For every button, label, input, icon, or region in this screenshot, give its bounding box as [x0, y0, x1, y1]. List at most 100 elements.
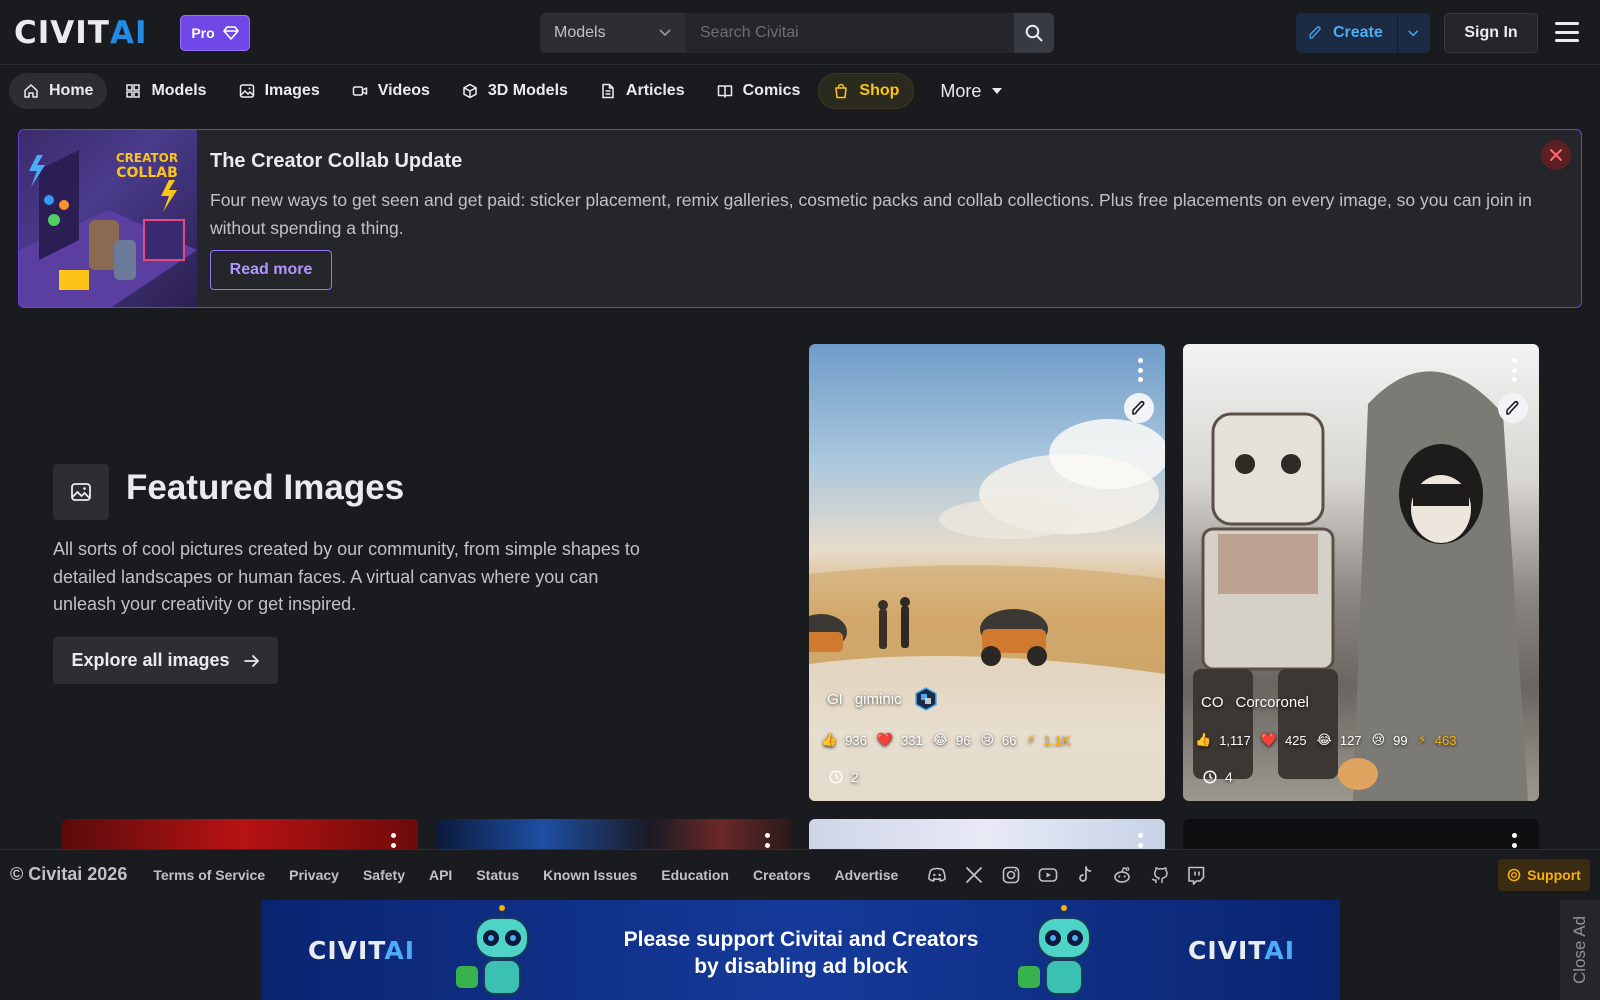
- close-banner-button[interactable]: [1541, 140, 1571, 170]
- close-ad-button[interactable]: Close Ad: [1560, 900, 1600, 1000]
- heart-count: 331: [901, 732, 923, 748]
- footer-link-creators[interactable]: Creators: [753, 867, 811, 883]
- like-count: 1,117: [1219, 732, 1251, 748]
- more-options-icon[interactable]: [390, 833, 396, 849]
- announcement-banner: CREATOR COLLAB The Creator Collab Update…: [18, 129, 1582, 308]
- footer-link-api[interactable]: API: [429, 867, 452, 883]
- nav-more-dropdown[interactable]: More: [926, 73, 1017, 109]
- more-options-icon[interactable]: [1137, 358, 1143, 382]
- heart-reaction[interactable]: ❤️ 425: [1261, 732, 1307, 748]
- grid-icon: [126, 84, 141, 98]
- discord-icon[interactable]: [926, 864, 948, 886]
- comments-count[interactable]: 2: [829, 769, 859, 785]
- reddit-icon[interactable]: [1111, 864, 1133, 886]
- more-options-icon[interactable]: [1137, 833, 1143, 849]
- image-card[interactable]: [1183, 819, 1539, 849]
- image-card[interactable]: GI giminic 👍 936 ❤️ 331 😂 96 😢 66 ⚡ 1.1K 2: [809, 344, 1165, 801]
- cry-reaction[interactable]: 😢 66: [980, 732, 1016, 748]
- github-icon[interactable]: [1148, 864, 1170, 886]
- read-more-button[interactable]: Read more: [210, 250, 332, 290]
- pro-button[interactable]: Pro: [180, 15, 250, 51]
- twitch-icon[interactable]: [1185, 864, 1207, 886]
- footer-link-status[interactable]: Status: [476, 867, 519, 883]
- robot-mascot-icon: [456, 905, 529, 995]
- heart-count: 425: [1284, 732, 1307, 748]
- cry-reaction[interactable]: 😢 99: [1372, 732, 1408, 748]
- username: giminic: [854, 690, 902, 708]
- like-reaction[interactable]: 👍 936: [821, 732, 867, 748]
- image-card[interactable]: CO Corcoronel 👍 1,117 ❤️ 425 😂 127 😢 99 ⚡ 463…: [1183, 344, 1539, 801]
- like-reaction[interactable]: 👍 1,117: [1195, 732, 1251, 748]
- reaction-bar: 👍 1,117 ❤️ 425 😂 127 😢 99 ⚡ 463: [1195, 727, 1456, 753]
- ad-logo-right: CIVITAI: [1188, 936, 1296, 965]
- more-options-icon[interactable]: [764, 833, 770, 849]
- lifebuoy-icon: [1507, 868, 1521, 882]
- main-nav: Home Models Images Videos 3D Models Arti…: [0, 66, 1600, 116]
- tiktok-icon[interactable]: [1074, 864, 1096, 886]
- create-button[interactable]: Create: [1296, 13, 1430, 53]
- clock-icon: [1203, 770, 1217, 784]
- footer-link-education[interactable]: Education: [661, 867, 729, 883]
- laugh-count: 96: [955, 732, 971, 748]
- heart-reaction[interactable]: ❤️ 331: [877, 732, 923, 748]
- nav-label-images: Images: [264, 82, 320, 99]
- explore-label: Explore all images: [71, 650, 230, 670]
- arrow-right-icon: [243, 654, 259, 667]
- footer-link-safety[interactable]: Safety: [363, 867, 405, 883]
- support-button[interactable]: Support: [1498, 859, 1590, 891]
- remix-button[interactable]: [1124, 393, 1154, 423]
- laugh-reaction[interactable]: 😂 127: [1317, 732, 1362, 748]
- username: Corcoronel: [1235, 694, 1309, 711]
- more-options-icon[interactable]: [1511, 833, 1517, 849]
- comment-count: 2: [851, 769, 859, 785]
- sign-in-button[interactable]: Sign In: [1444, 13, 1538, 53]
- buzz-reaction[interactable]: ⚡ 1.1K: [1026, 732, 1070, 748]
- x-icon[interactable]: [963, 864, 985, 886]
- search-category-select[interactable]: Models: [540, 13, 686, 53]
- footer-link-terms[interactable]: Terms of Service: [153, 867, 265, 883]
- buzz-reaction[interactable]: ⚡ 463: [1418, 732, 1457, 748]
- instagram-icon[interactable]: [1000, 864, 1022, 886]
- card-user[interactable]: CO Corcoronel: [1201, 694, 1309, 711]
- nav-label-videos: Videos: [377, 82, 430, 99]
- nav-item-3d-models[interactable]: 3D Models: [448, 73, 582, 109]
- youtube-icon[interactable]: [1037, 864, 1059, 886]
- nav-item-models[interactable]: Models: [111, 73, 220, 109]
- avatar: GI: [827, 690, 843, 708]
- ad-banner[interactable]: CIVITAI Please support Civitai and Creat…: [261, 900, 1340, 1000]
- nav-item-shop[interactable]: Shop: [818, 73, 915, 109]
- nav-item-images[interactable]: Images: [225, 73, 334, 109]
- create-divider: [1396, 13, 1398, 53]
- nav-item-articles[interactable]: Articles: [586, 73, 699, 109]
- footer-link-privacy[interactable]: Privacy: [289, 867, 339, 883]
- reaction-bar: 👍 936 ❤️ 331 😂 96 😢 66 ⚡ 1.1K: [821, 727, 1070, 753]
- nav-item-home[interactable]: Home: [9, 73, 108, 109]
- diamond-icon: [222, 26, 239, 40]
- card-user[interactable]: GI giminic: [827, 687, 938, 711]
- explore-all-images-button[interactable]: Explore all images: [53, 637, 278, 684]
- remix-button[interactable]: [1498, 393, 1528, 423]
- footer-link-advertise[interactable]: Advertise: [835, 867, 899, 883]
- laugh-icon: 😂: [1316, 732, 1332, 747]
- footer-link-known-issues[interactable]: Known Issues: [543, 867, 637, 883]
- menu-icon[interactable]: [1555, 22, 1579, 42]
- laugh-reaction[interactable]: 😂 96: [933, 732, 971, 748]
- featured-images-icon-box: [53, 464, 109, 520]
- image-card[interactable]: [62, 819, 418, 849]
- clock-icon: [829, 770, 843, 784]
- cry-icon: 😢: [980, 732, 995, 747]
- svg-text:COLLAB: COLLAB: [116, 165, 178, 181]
- nav-item-videos[interactable]: Videos: [338, 73, 444, 109]
- image-card[interactable]: [436, 819, 792, 849]
- more-options-icon[interactable]: [1511, 358, 1517, 382]
- ad-line-1: Please support Civitai and Creators: [623, 928, 979, 951]
- search-button[interactable]: [1014, 13, 1054, 53]
- civitai-logo[interactable]: CIVIT AI: [14, 15, 148, 51]
- search-input[interactable]: [686, 13, 1014, 53]
- nav-item-comics[interactable]: Comics: [703, 73, 815, 109]
- thumbs-up-icon: 👍: [821, 732, 838, 747]
- buzz-count: 463: [1434, 732, 1457, 748]
- comments-count[interactable]: 4: [1203, 769, 1233, 785]
- chevron-down-icon[interactable]: [1407, 29, 1418, 38]
- image-card[interactable]: [809, 819, 1165, 849]
